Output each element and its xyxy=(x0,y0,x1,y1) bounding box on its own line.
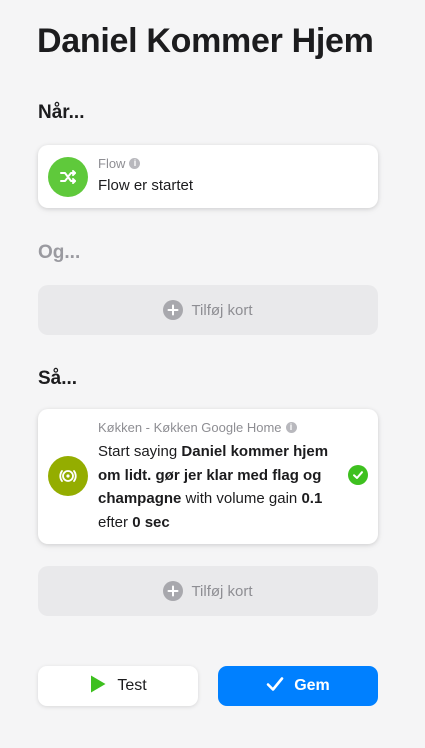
save-button-label: Gem xyxy=(294,677,330,694)
add-action-card-label: Tilføj kort xyxy=(191,582,253,600)
google-home-speaker-icon xyxy=(48,456,88,496)
action-text: Start saying Daniel kommer hjem om lidt.… xyxy=(98,440,344,534)
and-section-label: Og... xyxy=(38,242,81,263)
save-button[interactable]: Gem xyxy=(218,666,378,706)
plus-icon xyxy=(163,300,184,320)
checkmark-icon xyxy=(266,676,284,697)
add-condition-card-label: Tilføj kort xyxy=(191,301,253,319)
play-icon xyxy=(89,674,107,699)
add-action-card-button[interactable]: Tilføj kort xyxy=(38,566,378,616)
trigger-source-label: Flow xyxy=(98,156,126,171)
then-action-card[interactable]: Køkken - Køkken Google Home i Start sayi… xyxy=(38,409,378,544)
action-source-label: Køkken - Køkken Google Home xyxy=(98,420,282,435)
shuffle-icon xyxy=(48,157,88,197)
action-text-start: Start saying xyxy=(98,443,178,460)
page-title: Daniel Kommer Hjem xyxy=(37,22,374,60)
when-section-label: Når... xyxy=(38,102,85,123)
delay-value: 0 sec xyxy=(132,513,170,531)
test-button-label: Test xyxy=(117,677,147,694)
add-condition-card-button[interactable]: Tilføj kort xyxy=(38,285,378,335)
check-icon xyxy=(348,465,368,485)
info-icon[interactable]: i xyxy=(129,158,141,169)
plus-icon xyxy=(163,581,184,601)
trigger-source: Flow i xyxy=(98,156,141,171)
action-text-volume-label: with volume gain xyxy=(185,490,298,507)
action-text-delay-label: efter xyxy=(98,513,129,531)
when-trigger-card[interactable]: Flow i Flow er startet xyxy=(38,145,378,208)
then-section-label: Så... xyxy=(38,368,78,389)
volume-value: 0.1 xyxy=(301,490,323,507)
action-source: Køkken - Køkken Google Home i xyxy=(98,420,297,435)
info-icon[interactable]: i xyxy=(285,422,297,433)
test-button[interactable]: Test xyxy=(38,666,198,706)
trigger-text: Flow er startet xyxy=(98,177,194,194)
